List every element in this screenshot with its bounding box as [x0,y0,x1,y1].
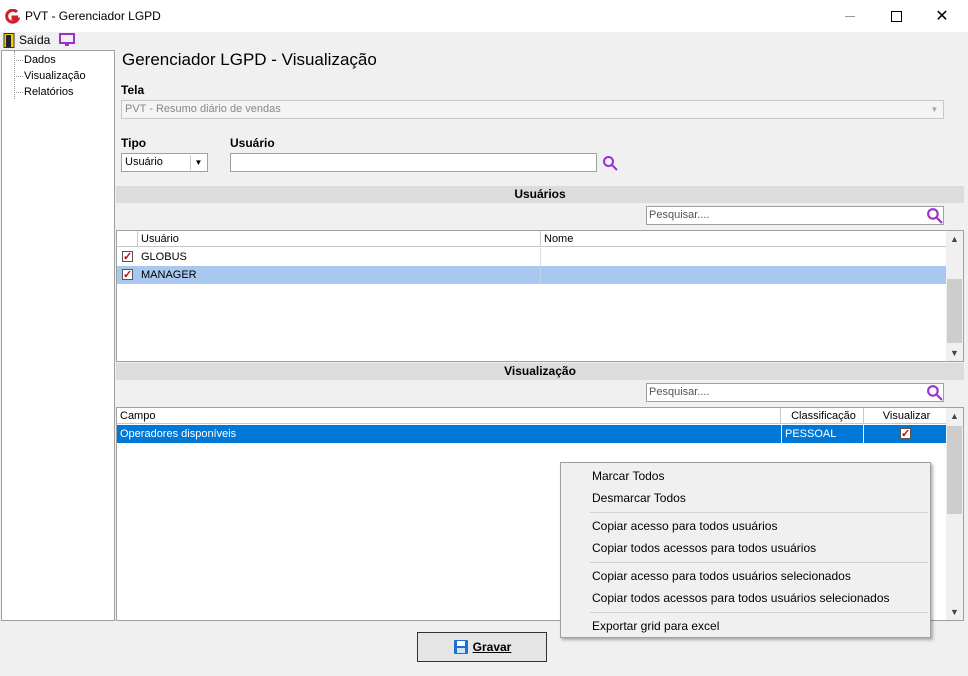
search-icon[interactable] [926,384,943,401]
table-row[interactable]: Operadores disponíveis PESSOAL [117,425,947,443]
row-checkbox[interactable] [122,266,133,284]
row-classificacao: PESSOAL [781,425,836,443]
scroll-up-icon[interactable]: ▲ [946,231,963,247]
visualizacao-section-title: Visualização [116,363,964,380]
row-usuario: MANAGER [141,269,197,281]
tela-label: Tela [121,83,145,97]
visualizacao-scrollbar[interactable]: ▲ ▼ [946,408,963,620]
scroll-down-icon[interactable]: ▼ [946,604,963,620]
column-header-usuario[interactable]: Usuário [138,231,541,247]
scroll-down-icon[interactable]: ▼ [946,345,963,361]
usuarios-section-title: Usuários [116,186,964,203]
save-button[interactable]: Gravar [417,632,547,662]
title-bar: PVT - Gerenciador LGPD ✕ [0,0,968,32]
table-row[interactable]: MANAGER [117,266,947,284]
row-usuario: GLOBUS [141,251,187,263]
visualizacao-search-input[interactable]: Pesquisar.... [646,383,944,402]
usuario-input[interactable] [230,153,597,172]
menu-separator [590,612,928,613]
usuarios-grid: Usuário Nome GLOBUS MANAGER ▲ ▼ [116,230,964,362]
menu-item-exportar-excel[interactable]: Exportar grid para excel [592,619,719,633]
tela-select[interactable]: PVT - Resumo diário de vendas ▼ [121,100,944,119]
tipo-label: Tipo [121,136,147,150]
tree-item-dados[interactable]: Dados [24,54,56,66]
table-row[interactable]: GLOBUS [117,248,947,267]
minimize-button[interactable] [827,0,873,32]
page-title: Gerenciador LGPD - Visualização [122,50,377,69]
column-header-nome[interactable]: Nome [541,231,947,247]
floppy-disk-icon [453,640,468,654]
visualizar-checkbox[interactable] [900,425,911,443]
menu-item-copiar-todos-acessos-todos[interactable]: Copiar todos acessos para todos usuários [592,541,816,555]
row-campo: Operadores disponíveis [120,428,237,440]
navigation-tree: Dados Visualização Relatórios [1,50,115,621]
menu-item-copiar-acesso-todos[interactable]: Copiar acesso para todos usuários [592,519,777,533]
search-icon[interactable] [602,155,618,171]
usuarios-search-input[interactable]: Pesquisar.... [646,206,944,225]
column-header-campo[interactable]: Campo [117,408,781,424]
app-logo-icon [5,9,20,24]
exit-door-icon [3,33,15,48]
menu-item-marcar-todos[interactable]: Marcar Todos [592,469,664,483]
window-title: PVT - Gerenciador LGPD [25,9,161,23]
column-header-visualizar[interactable]: Visualizar [864,408,947,424]
usuario-label: Usuário [230,136,275,150]
close-button[interactable]: ✕ [919,0,965,32]
menu-separator [590,562,928,563]
exit-button[interactable]: Saída [0,32,50,50]
tree-item-relatorios[interactable]: Relatórios [24,86,74,98]
tree-item-visualizacao[interactable]: Visualização [24,70,86,82]
scroll-up-icon[interactable]: ▲ [946,408,963,424]
menu-item-copiar-todos-acessos-selecionados[interactable]: Copiar todos acessos para todos usuários… [592,591,890,605]
tipo-select[interactable]: Usuário ▼ [121,153,208,172]
monitor-icon[interactable] [59,33,75,47]
tela-select-value: PVT - Resumo diário de vendas [125,103,281,115]
menu-separator [590,512,928,513]
toolbar: Saída [0,32,968,50]
row-checkbox[interactable] [122,248,133,266]
chevron-down-icon: ▼ [190,155,206,170]
context-menu: Marcar Todos Desmarcar Todos Copiar aces… [560,462,931,638]
scroll-thumb[interactable] [947,279,962,343]
save-label: Gravar [472,640,512,654]
row-nome [540,248,541,266]
row-nome [540,266,541,284]
menu-item-copiar-acesso-selecionados[interactable]: Copiar acesso para todos usuários seleci… [592,569,851,583]
column-header-classificacao[interactable]: Classificação [781,408,864,424]
usuarios-scrollbar[interactable]: ▲ ▼ [946,231,963,361]
search-icon[interactable] [926,207,943,224]
maximize-button[interactable] [873,0,919,32]
exit-label: Saída [19,33,51,47]
menu-item-desmarcar-todos[interactable]: Desmarcar Todos [592,491,686,505]
tipo-select-value: Usuário [125,156,163,168]
scroll-thumb[interactable] [947,426,962,514]
chevron-down-icon: ▼ [930,105,939,114]
